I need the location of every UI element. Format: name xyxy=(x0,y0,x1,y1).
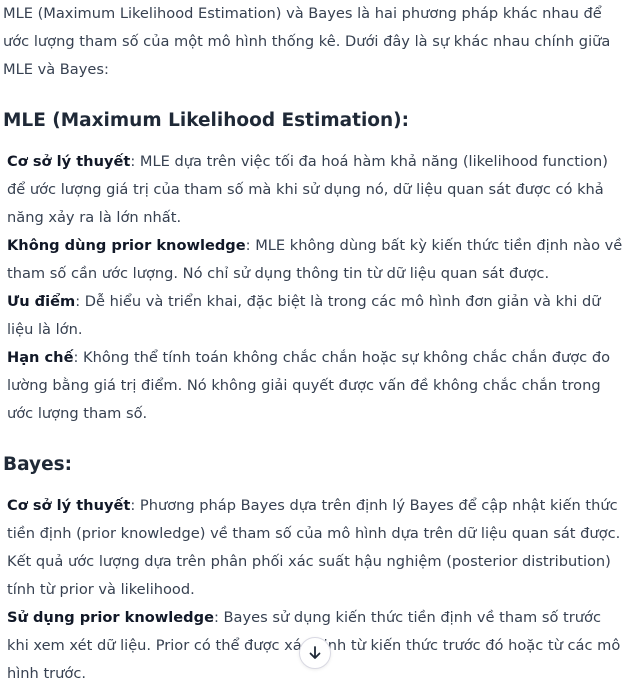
list-item-term: Không dùng prior knowledge xyxy=(7,237,246,254)
list-item-term: Cơ sở lý thuyết xyxy=(7,153,131,170)
list-item-term: Hạn chế xyxy=(7,349,74,366)
mle-heading: MLE (Maximum Likelihood Estimation): xyxy=(3,110,410,131)
mle-list: Cơ sở lý thuyết: MLE dựa trên việc tối đ… xyxy=(3,148,625,428)
arrow-down-icon xyxy=(309,646,321,659)
list-item-term: Ưu điểm xyxy=(7,293,76,310)
list-item: Cơ sở lý thuyết: MLE dựa trên việc tối đ… xyxy=(7,148,625,232)
list-item-text: : Không thể tính toán không chắc chắn ho… xyxy=(7,349,611,422)
list-item: Không dùng prior knowledge: MLE không dù… xyxy=(7,232,625,288)
list-item: Ưu điểm: Dễ hiểu và triển khai, đặc biệt… xyxy=(7,288,625,344)
list-item: Hạn chế: Không thể tính toán không chắc … xyxy=(7,344,625,428)
message-content: MLE (Maximum Likelihood Estimation) và B… xyxy=(3,0,625,688)
list-item-text: : Dễ hiểu và triển khai, đặc biệt là tro… xyxy=(7,293,601,338)
list-item-term: Sử dụng prior knowledge xyxy=(7,609,214,626)
intro-paragraph: MLE (Maximum Likelihood Estimation) và B… xyxy=(3,5,611,78)
bayes-heading: Bayes: xyxy=(3,454,73,475)
list-item-term: Cơ sở lý thuyết xyxy=(7,497,131,514)
list-item: Cơ sở lý thuyết: Phương pháp Bayes dựa t… xyxy=(7,492,625,604)
scroll-to-bottom-button[interactable] xyxy=(299,637,331,669)
